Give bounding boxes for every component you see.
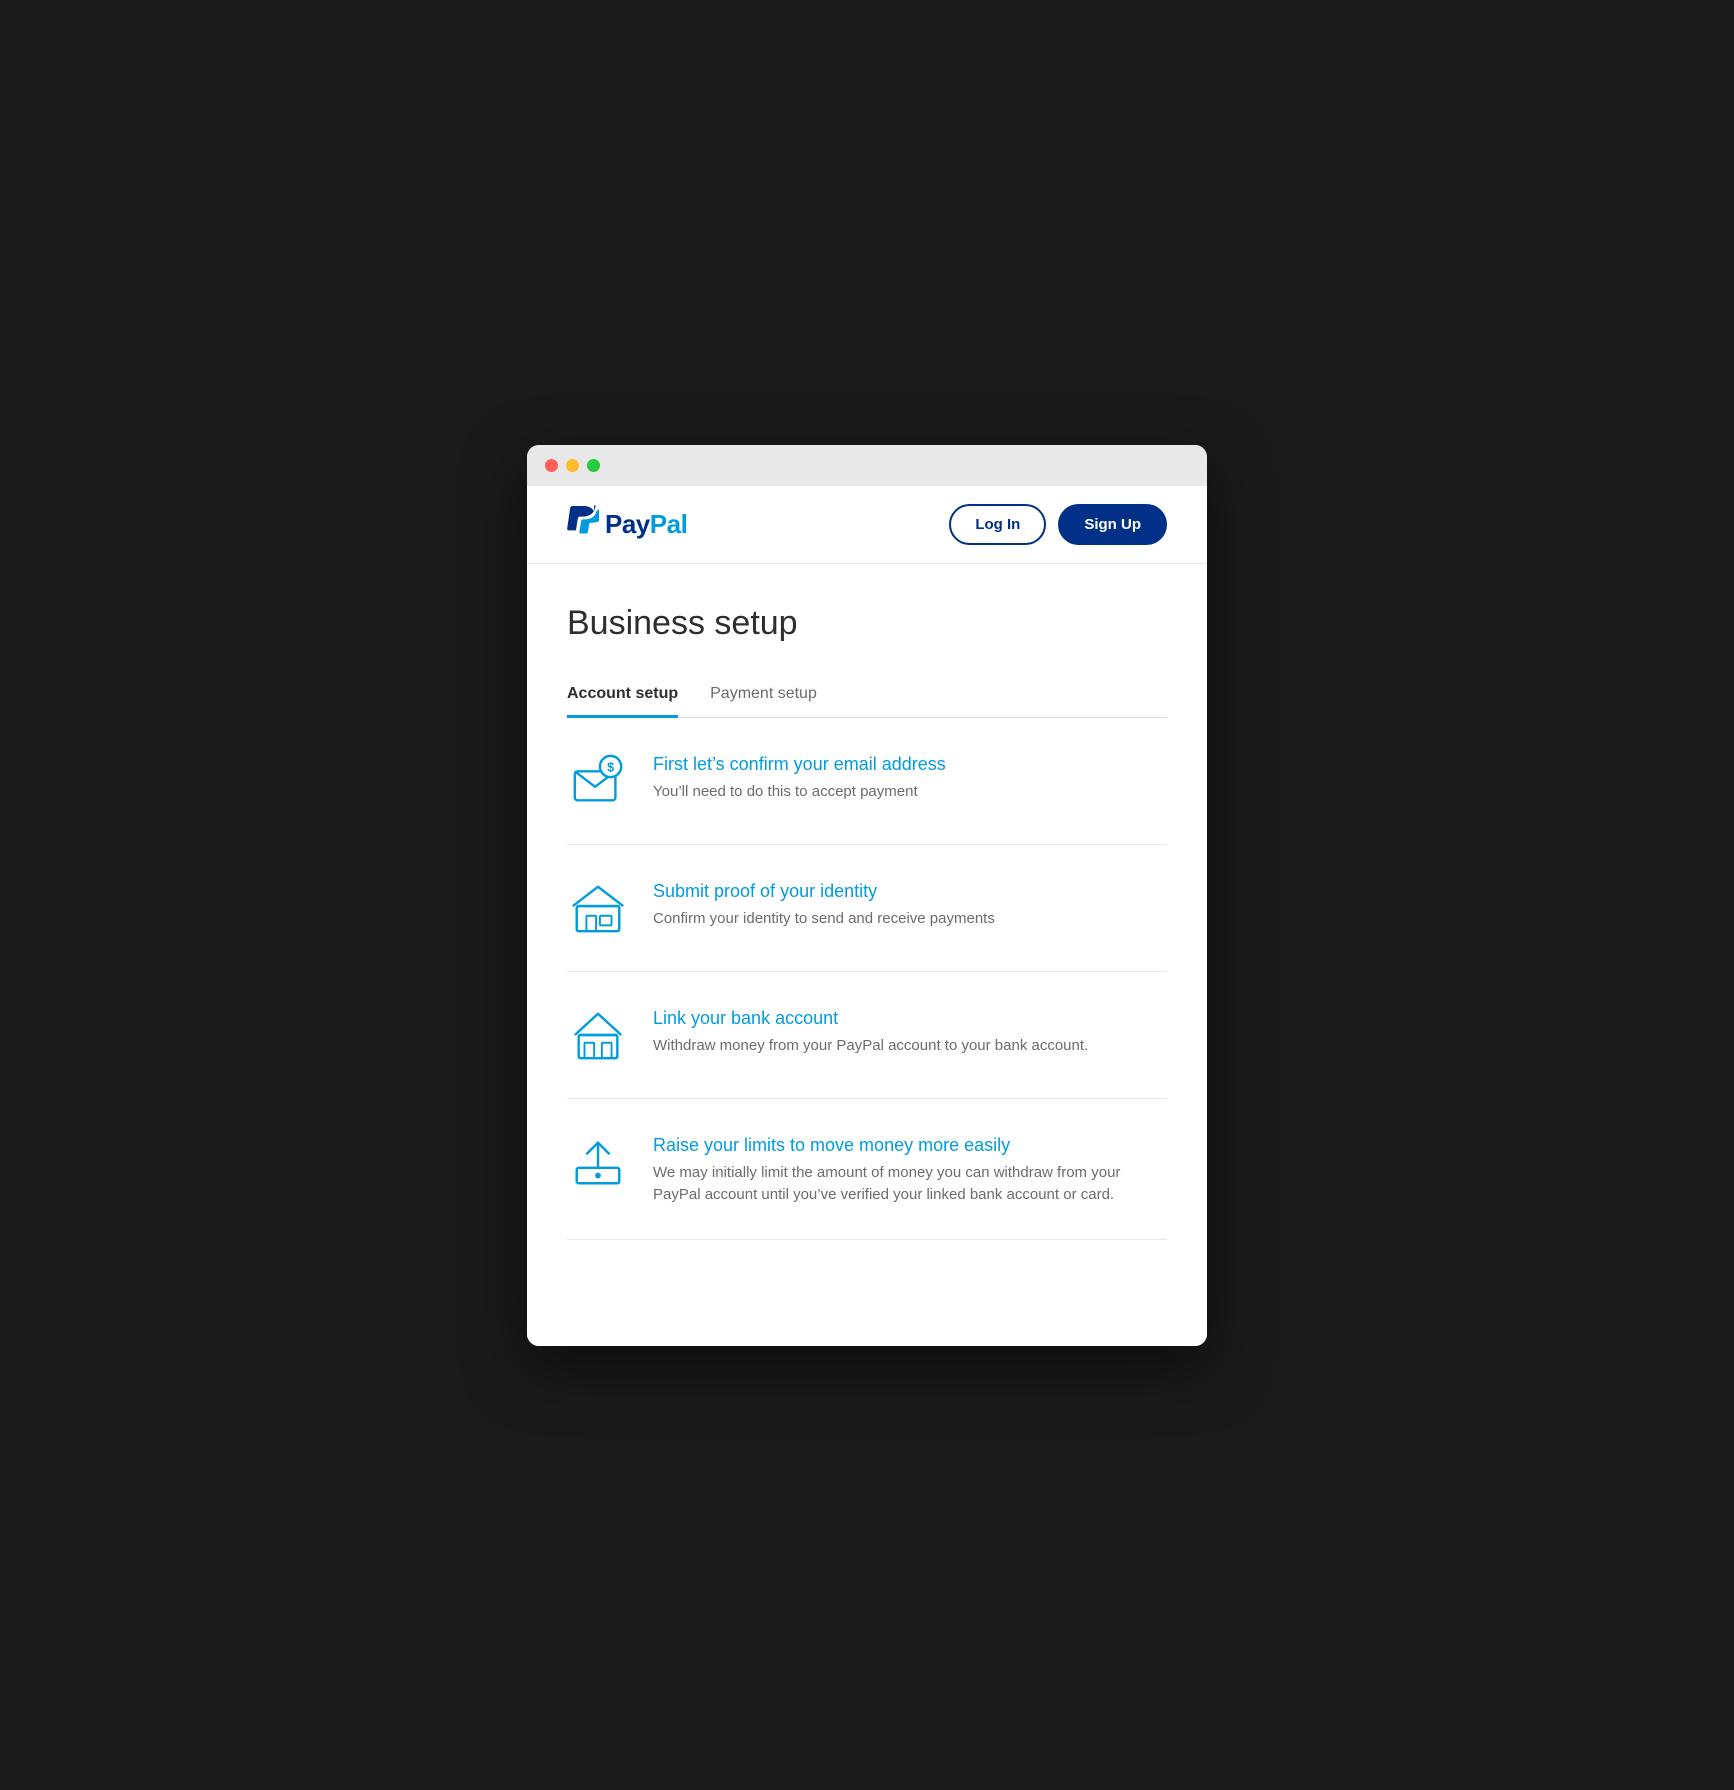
identity-item-desc: Confirm your identity to send and receiv… xyxy=(653,908,1167,931)
maximize-button[interactable] xyxy=(587,459,600,472)
email-item-desc: You’ll need to do this to accept payment xyxy=(653,781,1167,804)
paypal-logo-icon xyxy=(567,505,599,543)
email-item-text: First let’s confirm your email address Y… xyxy=(653,750,1167,804)
store-icon xyxy=(567,877,629,939)
setup-item-bank: Link your bank account Withdraw money fr… xyxy=(567,972,1167,1099)
setup-list: $ First let’s confirm your email address… xyxy=(567,718,1167,1240)
main-content: Business setup Account setup Payment set… xyxy=(527,564,1207,1280)
upload-icon xyxy=(567,1131,629,1193)
page-title: Business setup xyxy=(567,604,1167,643)
logo-text: PayPal xyxy=(605,509,687,540)
setup-item-confirm-email: $ First let’s confirm your email address… xyxy=(567,718,1167,845)
identity-item-title[interactable]: Submit proof of your identity xyxy=(653,881,1167,902)
login-button[interactable]: Log In xyxy=(949,504,1046,545)
svg-text:$: $ xyxy=(607,760,614,774)
email-icon: $ xyxy=(567,750,629,812)
title-bar xyxy=(527,445,1207,486)
logo: PayPal xyxy=(567,505,687,543)
identity-item-text: Submit proof of your identity Confirm yo… xyxy=(653,877,1167,931)
bank-icon xyxy=(567,1004,629,1066)
close-button[interactable] xyxy=(545,459,558,472)
limits-item-title[interactable]: Raise your limits to move money more eas… xyxy=(653,1135,1167,1156)
browser-content: PayPal Log In Sign Up Business setup Acc… xyxy=(527,486,1207,1346)
nav-buttons: Log In Sign Up xyxy=(949,504,1167,545)
limits-item-desc: We may initially limit the amount of mon… xyxy=(653,1162,1167,1207)
email-item-title[interactable]: First let’s confirm your email address xyxy=(653,754,1167,775)
setup-item-limits: Raise your limits to move money more eas… xyxy=(567,1099,1167,1240)
setup-item-identity: Submit proof of your identity Confirm yo… xyxy=(567,845,1167,972)
limits-item-text: Raise your limits to move money more eas… xyxy=(653,1131,1167,1207)
bank-item-title[interactable]: Link your bank account xyxy=(653,1008,1167,1029)
signup-button[interactable]: Sign Up xyxy=(1058,504,1167,545)
tab-payment-setup[interactable]: Payment setup xyxy=(710,673,817,718)
browser-window: PayPal Log In Sign Up Business setup Acc… xyxy=(527,445,1207,1346)
tab-account-setup[interactable]: Account setup xyxy=(567,673,678,718)
navbar: PayPal Log In Sign Up xyxy=(527,486,1207,564)
bank-item-text: Link your bank account Withdraw money fr… xyxy=(653,1004,1167,1058)
tabs: Account setup Payment setup xyxy=(567,673,1167,718)
bank-item-desc: Withdraw money from your PayPal account … xyxy=(653,1035,1167,1058)
minimize-button[interactable] xyxy=(566,459,579,472)
